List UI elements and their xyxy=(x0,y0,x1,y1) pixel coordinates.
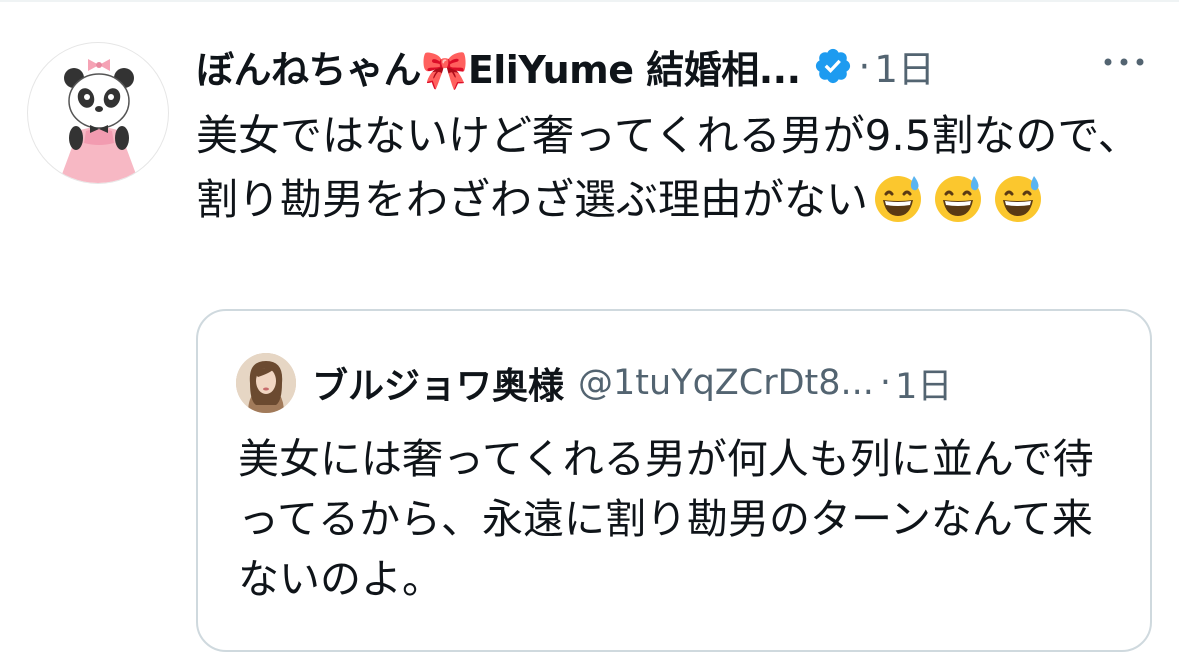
quoted-header-separator: · xyxy=(879,363,892,403)
quoted-tweet[interactable]: ブルジョワ奥様 @1tuYqZCrDt8... · 1日 美女には奢ってくれる男… xyxy=(196,309,1152,652)
panda-in-pink-dress-avatar xyxy=(58,59,140,183)
quoted-author-avatar[interactable] xyxy=(236,353,296,413)
tweet-body: 美女ではないけど奢ってくれる男が9.5割なので、割り勘男をわざわざ選ぶ理由がない xyxy=(196,104,1146,232)
quoted-timestamp[interactable]: 1日 xyxy=(895,358,952,409)
grinning-face-with-sweat-icon xyxy=(935,176,982,222)
author-avatar[interactable] xyxy=(27,42,169,184)
tweet-header: ぼんねちゃん🎀EliYume 結婚相... · 1日 xyxy=(196,38,1156,94)
tweet-timestamp[interactable]: 1日 xyxy=(874,39,935,93)
header-separator: · xyxy=(858,44,871,88)
quoted-header: ブルジョワ奥様 @1tuYqZCrDt8... · 1日 xyxy=(312,355,952,411)
quoted-text: 美女には奢ってくれる男が何人も列に並んで待ってるから、永遠に割り勘男のターンなん… xyxy=(238,435,1094,603)
grinning-face-with-sweat-icon xyxy=(875,176,922,222)
verified-badge-icon xyxy=(815,48,850,84)
tweet-card[interactable]: ぼんねちゃん🎀EliYume 結婚相... · 1日 美女ではないけど奢ってくれ… xyxy=(0,0,1179,660)
quoted-handle[interactable]: @1tuYqZCrDt8... xyxy=(578,363,874,403)
quoted-display-name[interactable]: ブルジョワ奥様 xyxy=(312,357,564,409)
author-display-name[interactable]: ぼんねちゃん🎀EliYume 結婚相... xyxy=(196,39,801,94)
woman-portrait-avatar xyxy=(236,353,296,413)
more-options-icon[interactable] xyxy=(1100,50,1148,74)
grinning-face-with-sweat-icon xyxy=(995,176,1042,222)
